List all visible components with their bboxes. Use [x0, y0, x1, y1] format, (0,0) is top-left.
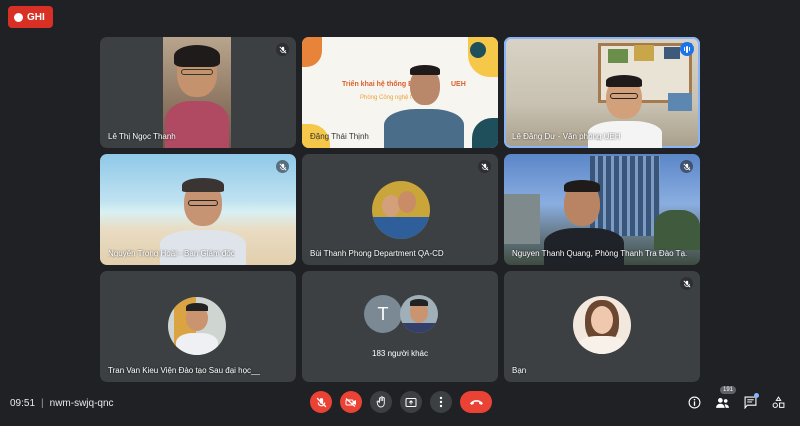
- raise-hand-button[interactable]: [370, 391, 392, 413]
- participant-avatar: [168, 297, 226, 355]
- mic-off-icon: [680, 277, 693, 290]
- unread-dot-icon: [754, 393, 759, 398]
- mic-off-icon: [478, 160, 491, 173]
- self-tile[interactable]: Bạn: [504, 271, 700, 382]
- separator: |: [41, 398, 44, 409]
- avatar-letter: T: [377, 303, 389, 324]
- info-icon: [688, 396, 700, 408]
- participant-name: Lê Đăng Dư - Văn phòng UEH: [512, 132, 621, 141]
- speaking-indicator-icon: [680, 42, 694, 56]
- call-controls: [310, 391, 492, 413]
- recording-label: GHI: [27, 11, 45, 23]
- end-call-button[interactable]: [460, 391, 492, 413]
- mic-off-icon: [276, 43, 289, 56]
- people-button[interactable]: 191: [714, 386, 736, 410]
- others-tile[interactable]: T 183 người khác: [302, 271, 498, 382]
- present-button[interactable]: [400, 391, 422, 413]
- record-dot-icon: [14, 12, 23, 22]
- mic-off-icon: [276, 160, 289, 173]
- participant-name: Bạn: [512, 366, 527, 375]
- video-feed: [384, 65, 464, 148]
- participant-tile[interactable]: Tran Van Kieu Viện Đào tạo Sau đại học__: [100, 271, 296, 382]
- more-options-icon: [439, 396, 443, 408]
- participant-name: Nguyen Thanh Quang, Phòng Thanh Tra Đào …: [512, 249, 688, 258]
- participant-name: Tran Van Kieu Viện Đào tạo Sau đại học__: [108, 366, 260, 375]
- participant-name: Bùi Thanh Phong Department QA-CD: [310, 249, 444, 258]
- present-icon: [405, 397, 417, 407]
- others-count-label: 183 người khác: [372, 349, 428, 358]
- more-options-button[interactable]: [430, 391, 452, 413]
- raise-hand-icon: [376, 396, 385, 408]
- camera-off-icon: [345, 397, 356, 407]
- mic-toggle-button[interactable]: [310, 391, 332, 413]
- people-count-badge: 191: [719, 386, 736, 394]
- end-call-icon: [469, 400, 483, 405]
- camera-toggle-button[interactable]: [340, 391, 362, 413]
- chat-button[interactable]: [742, 393, 759, 410]
- meeting-details-button[interactable]: [686, 394, 702, 410]
- participant-avatar: [400, 295, 438, 333]
- participant-tile[interactable]: Nguyễn Trọng Hoài - Ban Giám đốc: [100, 154, 296, 265]
- side-panel-toggles: 191: [686, 386, 786, 410]
- participant-tile[interactable]: Bùi Thanh Phong Department QA-CD: [302, 154, 498, 265]
- meeting-code: nwm-swjq-qnc: [49, 398, 114, 409]
- participant-name: Nguyễn Trọng Hoài - Ban Giám đốc: [108, 249, 235, 258]
- clock-time: 09:51: [10, 398, 36, 409]
- activities-icon: [772, 395, 784, 408]
- participant-name: Lê Thị Ngọc Thanh: [108, 132, 176, 141]
- participant-tile[interactable]: Lê Thị Ngọc Thanh: [100, 37, 296, 148]
- activities-button[interactable]: [770, 394, 786, 410]
- people-icon: [715, 397, 729, 408]
- recording-indicator[interactable]: GHI: [8, 6, 53, 28]
- mic-off-icon: [316, 397, 326, 407]
- participant-tile[interactable]: Nguyen Thanh Quang, Phòng Thanh Tra Đào …: [504, 154, 700, 265]
- participant-avatar: T: [364, 295, 402, 333]
- participant-tile[interactable]: Lê Đăng Dư - Văn phòng UEH: [504, 37, 700, 148]
- participant-tile[interactable]: Triển khai hệ thống E UEH Phòng Công ngh…: [302, 37, 498, 148]
- participant-avatar: [372, 181, 430, 239]
- participant-avatar: [573, 296, 631, 354]
- meeting-info: 09:51 | nwm-swjq-qnc: [10, 398, 114, 409]
- participant-name: Đặng Thái Thịnh: [310, 132, 369, 141]
- mic-off-icon: [680, 160, 693, 173]
